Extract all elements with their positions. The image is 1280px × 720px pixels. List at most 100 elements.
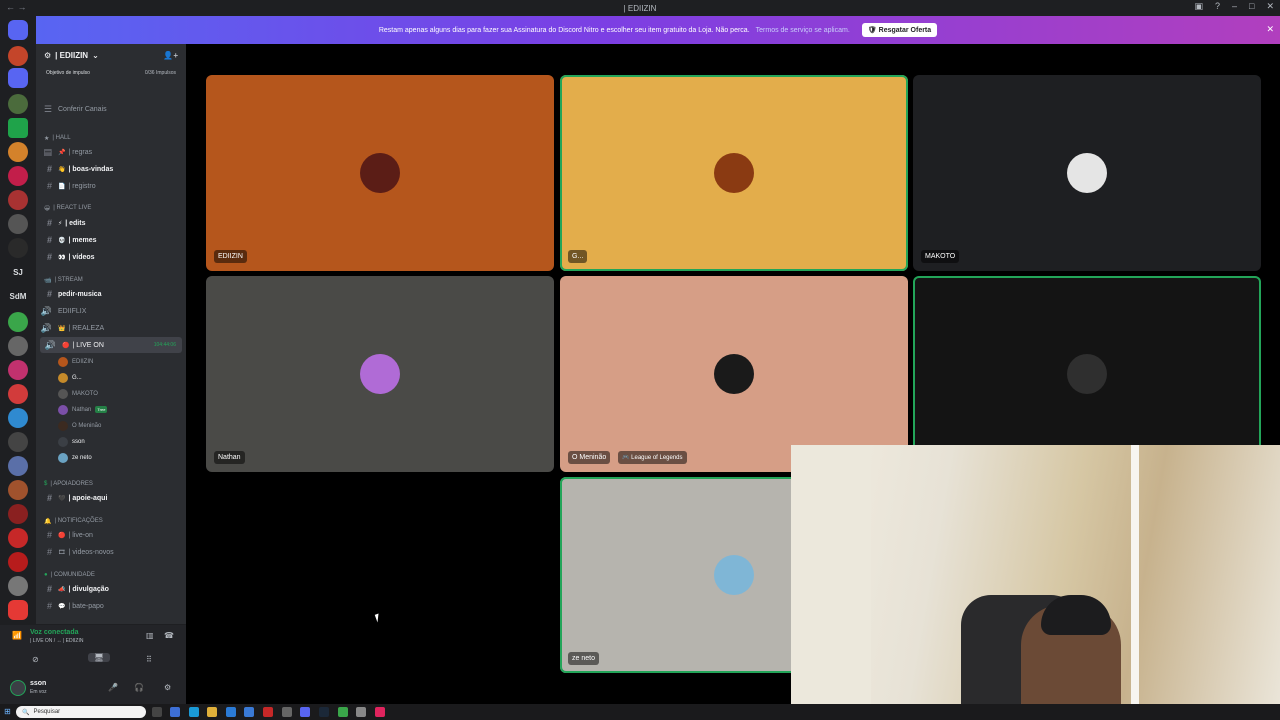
channel-divulgacao[interactable]: # 📣 | divulgação bbox=[36, 581, 186, 597]
voice-user[interactable]: EDIIZIN bbox=[58, 354, 93, 369]
maximize-button[interactable]: □ bbox=[1249, 1, 1254, 12]
app-icon[interactable] bbox=[170, 707, 180, 717]
app-icon[interactable] bbox=[356, 707, 366, 717]
headphones-icon[interactable]: 🎧 bbox=[134, 683, 144, 692]
terms-link[interactable]: Termos de serviço se aplicam. bbox=[756, 27, 850, 34]
category-react-live[interactable]: 😀 | REACT LIVE bbox=[36, 200, 186, 216]
server-icon[interactable] bbox=[8, 360, 28, 380]
screen-share-icon[interactable]: 🖥 bbox=[88, 653, 111, 662]
server-icon[interactable] bbox=[8, 432, 28, 452]
nav-arrows-icon[interactable]: ← → bbox=[6, 2, 27, 12]
steam-icon[interactable] bbox=[319, 707, 329, 717]
taskbar-search[interactable]: 🔍 Pesquisar bbox=[16, 706, 146, 718]
channel-live-on-notif[interactable]: # 🔴 | live-on bbox=[36, 527, 186, 543]
app-icon[interactable] bbox=[282, 707, 292, 717]
server-icon[interactable] bbox=[8, 456, 28, 476]
participant-tile[interactable] bbox=[913, 276, 1261, 472]
avatar[interactable] bbox=[10, 680, 26, 696]
server-icon-sj[interactable]: SJ bbox=[6, 268, 30, 277]
channel-bate-papo[interactable]: # 💬 | bate-papo bbox=[36, 598, 186, 614]
close-window-button[interactable]: ✕ bbox=[1266, 1, 1274, 12]
minimize-button[interactable]: – bbox=[1232, 1, 1237, 12]
channel-memes[interactable]: # 💀 | memes bbox=[36, 232, 186, 248]
channel-boas-vindas[interactable]: # 👋 | boas-vindas bbox=[36, 161, 186, 177]
server-header[interactable]: ⚙ | EDIIZIN ⌄ 👤+ bbox=[36, 44, 186, 66]
server-icon[interactable] bbox=[8, 214, 28, 234]
server-icon[interactable] bbox=[8, 238, 28, 258]
noise-suppression-icon[interactable]: ▥ bbox=[146, 631, 154, 640]
participant-tile[interactable]: MAKOTO bbox=[913, 75, 1261, 271]
discord-taskbar-icon[interactable] bbox=[300, 707, 310, 717]
microphone-icon[interactable]: 🎤 bbox=[108, 683, 118, 692]
server-icon-small: ⚙ bbox=[44, 50, 52, 60]
gear-icon[interactable]: ⚙ bbox=[164, 683, 171, 692]
channel-label: | divulgação bbox=[68, 585, 109, 593]
channel-regras[interactable]: ▤ 📌 | regras bbox=[36, 144, 186, 160]
server-icon[interactable] bbox=[8, 384, 28, 404]
channel-registro[interactable]: # 📄 | registro bbox=[36, 178, 186, 194]
channel-ediiflix[interactable]: 🔊 EDIIFLIX bbox=[36, 303, 186, 319]
channel-realeza[interactable]: 🔊 👑 | REALEZA bbox=[36, 320, 186, 336]
server-icon[interactable] bbox=[8, 336, 28, 356]
channel-label: | bate-papo bbox=[68, 602, 104, 610]
participant-tile[interactable]: Nathan bbox=[206, 276, 554, 472]
edge-icon[interactable] bbox=[189, 707, 199, 717]
voice-user[interactable]: Nathan Tree bbox=[58, 402, 108, 417]
hash-icon: # bbox=[46, 164, 52, 174]
server-icon[interactable] bbox=[8, 190, 28, 210]
server-icon[interactable] bbox=[8, 480, 28, 500]
app-icon[interactable] bbox=[375, 707, 385, 717]
discord-home-icon[interactable] bbox=[8, 20, 28, 40]
channel-videos[interactable]: # 👀 | vídeos bbox=[36, 249, 186, 265]
add-member-icon[interactable]: 👤+ bbox=[163, 51, 178, 60]
channel-apoie-aqui[interactable]: # 🖤 | apoie-aqui bbox=[36, 490, 186, 506]
store-icon[interactable] bbox=[226, 707, 236, 717]
server-icon[interactable] bbox=[8, 94, 28, 114]
app-icon[interactable] bbox=[244, 707, 254, 717]
server-icon[interactable] bbox=[8, 68, 28, 88]
task-view-icon[interactable] bbox=[152, 707, 162, 717]
server-icon[interactable] bbox=[8, 528, 28, 548]
windows-start-icon[interactable]: ⊞ bbox=[4, 707, 11, 716]
channel-pedir-musica[interactable]: # pedir-musica bbox=[36, 286, 186, 302]
participant-tile[interactable]: O Meninão 🎮 League of Legends bbox=[560, 276, 908, 472]
channel-live-on[interactable]: 🔊 🔴 | LIVE ON 104:44:06 bbox=[40, 337, 182, 353]
voice-user[interactable]: G... bbox=[58, 370, 82, 385]
server-icon[interactable] bbox=[8, 504, 28, 524]
help-icon[interactable]: ? bbox=[1215, 1, 1220, 12]
server-icon[interactable] bbox=[8, 552, 28, 572]
disconnect-icon[interactable]: ☎ bbox=[164, 631, 174, 640]
app-icon[interactable] bbox=[263, 707, 273, 717]
server-icon[interactable] bbox=[8, 142, 28, 162]
voice-user[interactable]: sson bbox=[58, 434, 85, 449]
camera-off-icon[interactable]: ⊘ bbox=[32, 655, 39, 664]
user-name: sson bbox=[30, 680, 47, 687]
server-icon[interactable] bbox=[8, 166, 28, 186]
channel-videos-novos[interactable]: # 🎞 | videos-novos bbox=[36, 544, 186, 560]
channel-edits[interactable]: # ⚡ | edits bbox=[36, 215, 186, 231]
activities-icon[interactable]: ⠿ bbox=[146, 655, 152, 664]
banner-close-icon[interactable]: ✕ bbox=[1266, 24, 1274, 35]
voice-user[interactable]: MAKOTO bbox=[58, 386, 98, 401]
app-icon[interactable] bbox=[338, 707, 348, 717]
server-icon[interactable] bbox=[8, 118, 28, 138]
participant-tile[interactable]: G... bbox=[560, 75, 908, 271]
voice-user[interactable]: O Meninão bbox=[58, 418, 101, 433]
voice-user[interactable]: ze neto bbox=[58, 450, 92, 465]
server-icon-novo[interactable] bbox=[8, 600, 28, 620]
voice-user-name: Nathan bbox=[72, 406, 92, 413]
server-icon[interactable] bbox=[8, 46, 28, 66]
boost-goal[interactable]: Objetivo de impulso 0/36 Impulsos bbox=[42, 70, 180, 80]
inbox-icon[interactable]: ▣ bbox=[1194, 1, 1203, 12]
voice-channel[interactable]: | LIVE ON / ↔ | EDIIZIN bbox=[30, 638, 83, 644]
folder-icon[interactable] bbox=[207, 707, 217, 717]
server-icon[interactable] bbox=[8, 312, 28, 332]
server-icon[interactable] bbox=[8, 576, 28, 596]
server-icon-sdm[interactable]: SdM bbox=[6, 292, 30, 301]
eyes-icon: 👀 bbox=[58, 254, 66, 261]
server-icon[interactable] bbox=[8, 408, 28, 428]
participant-tile[interactable]: EDIIZIN bbox=[206, 75, 554, 271]
signal-icon[interactable]: 📶 bbox=[12, 631, 22, 640]
browse-channels[interactable]: ☰ Conferir Canais bbox=[36, 101, 186, 117]
redeem-offer-button[interactable]: 🛡 Resgatar Oferta bbox=[861, 23, 938, 37]
